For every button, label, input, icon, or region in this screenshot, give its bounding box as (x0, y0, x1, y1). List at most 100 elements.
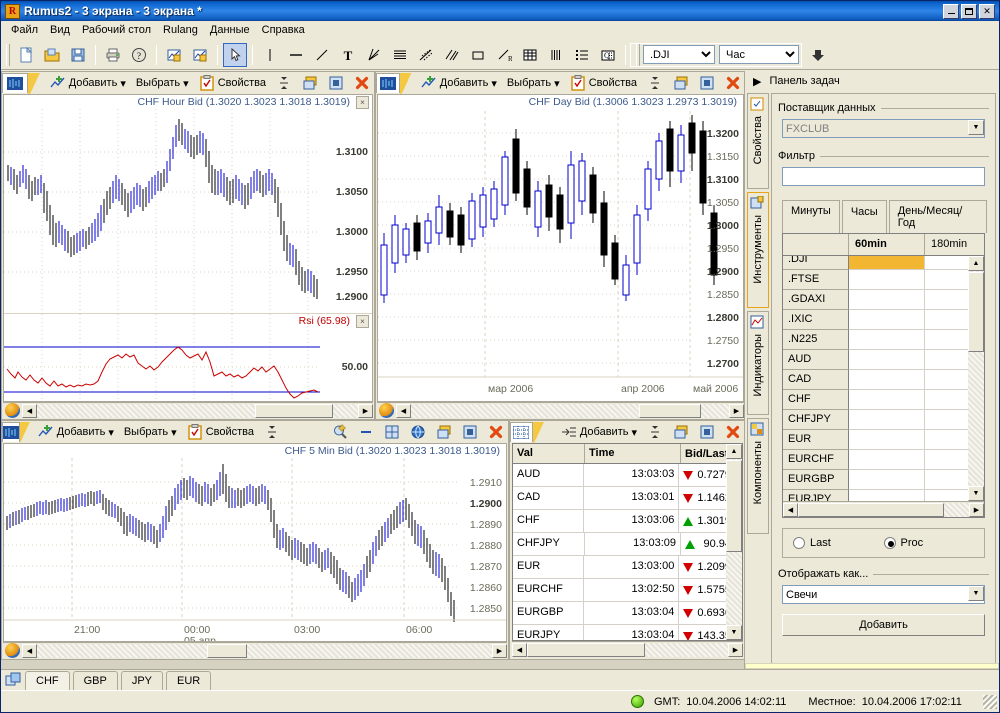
cascade-windows-button[interactable] (298, 73, 322, 93)
combo-grip[interactable] (636, 44, 640, 66)
sidebar-tab-indicators[interactable]: Индикаторы (747, 311, 769, 415)
table-row[interactable]: EURGBP (783, 470, 984, 490)
fit-window-button[interactable] (458, 422, 482, 442)
split-vertical-button[interactable] (643, 422, 667, 442)
symbol-select[interactable]: .DJI.FTSE.GDAXI.IXIC.N225 (643, 45, 715, 64)
chart-5min-hscroll[interactable]: ◀ ▶ (3, 642, 507, 658)
zoom-in-button[interactable] (328, 422, 352, 442)
menu-item-help[interactable]: Справка (256, 22, 311, 38)
table-row[interactable]: EURJPY 13:03:04 143.35 (513, 625, 742, 641)
table-row[interactable]: CHFJPY 13:03:09 90.94 (513, 533, 742, 556)
cascade-windows-button[interactable] (669, 73, 693, 93)
chevron-down-icon[interactable]: ▼ (968, 120, 984, 135)
table-row[interactable]: EUR (783, 430, 984, 450)
scroll-left-icon[interactable]: ◀ (22, 404, 37, 418)
fan-lines-icon[interactable] (362, 43, 386, 67)
chart-tab-icon[interactable] (376, 73, 400, 93)
pointer-icon[interactable] (223, 43, 247, 67)
sidebar-tab-instruments[interactable]: Инструменты (747, 192, 769, 308)
sidebar-tab-properties[interactable]: Свойства (747, 93, 769, 189)
scroll-right-icon[interactable]: ▶ (728, 643, 743, 657)
scroll-left-icon[interactable]: ◀ (22, 644, 37, 658)
add-series-button[interactable]: Добавить ▾ (34, 422, 118, 442)
quotes-tab-icon[interactable] (510, 422, 533, 442)
close-panel-button[interactable] (350, 73, 374, 93)
andrews-pitchfork-icon[interactable] (414, 43, 438, 67)
table-row[interactable]: .N225 (783, 330, 984, 350)
filter-input[interactable] (782, 167, 985, 186)
globe-button[interactable] (406, 422, 430, 442)
cell-60min[interactable] (849, 370, 925, 390)
down-arrow-icon[interactable] (806, 43, 830, 67)
add-series-button[interactable]: Добавить ▾ (417, 73, 501, 93)
period-select[interactable]: МинутаЧасДень (719, 45, 799, 64)
text-tool-icon[interactable]: T (336, 43, 360, 67)
provider-select[interactable] (782, 119, 985, 138)
chart-day-hscroll[interactable]: ◀ ▶ (377, 402, 744, 418)
quotes-table[interactable]: Val Time Bid/Last AUD 13:03:03 0.7279 CA… (512, 443, 743, 641)
fit-window-button[interactable] (695, 422, 719, 442)
cell-60min[interactable] (849, 390, 925, 410)
list-icon[interactable] (570, 43, 594, 67)
fit-window-button[interactable] (695, 73, 719, 93)
print-icon[interactable] (101, 43, 125, 67)
resize-grip-icon[interactable] (983, 695, 997, 709)
table-row[interactable]: AUD (783, 350, 984, 370)
new-desktop-icon[interactable] (5, 672, 21, 688)
import-chart-icon[interactable] (162, 43, 186, 67)
export-chart-icon[interactable] (188, 43, 212, 67)
vertical-bars-icon[interactable] (544, 43, 568, 67)
horizontal-line-icon[interactable] (284, 43, 308, 67)
tab-minutes[interactable]: Минуты (782, 200, 840, 233)
properties-button[interactable]: Свойства (566, 73, 641, 93)
table-row[interactable]: .FTSE (783, 270, 984, 290)
globe-icon[interactable] (5, 643, 20, 658)
scroll-thumb[interactable] (726, 460, 742, 552)
scroll-track[interactable] (798, 503, 969, 517)
horizontal-grid-icon[interactable] (388, 43, 412, 67)
scroll-thumb[interactable] (968, 272, 984, 352)
sidebar-tab-components[interactable]: Компоненты (747, 418, 769, 534)
table-row[interactable]: CAD (783, 370, 984, 390)
split-vertical-button[interactable] (272, 73, 296, 93)
add-instrument-button[interactable]: Добавить (782, 614, 985, 636)
regression-line-icon[interactable]: R (492, 43, 516, 67)
scroll-left-icon[interactable]: ◀ (396, 404, 411, 418)
task-panel-header[interactable]: ▶ Панель задач (745, 71, 999, 91)
cell-60min[interactable] (849, 310, 925, 330)
vertical-line-icon[interactable] (258, 43, 282, 67)
cascade-windows-button[interactable] (669, 422, 693, 442)
cell-60min[interactable] (849, 410, 925, 430)
fit-window-button[interactable] (324, 73, 348, 93)
instrument-table[interactable]: 60min 180min .DJI .FTSE .GDAXI .IXIC .N2… (782, 233, 985, 518)
table-row[interactable]: CHF (783, 390, 984, 410)
scroll-right-icon[interactable]: ▶ (969, 503, 984, 517)
radio-last[interactable]: Last (793, 537, 884, 549)
menu-item-rulang[interactable]: Rulang (157, 22, 204, 38)
quotes-vscroll[interactable]: ▲ ▼ (726, 444, 742, 640)
cell-60min[interactable] (849, 270, 925, 290)
radio-proc[interactable]: Proc (884, 537, 924, 549)
menu-item-data[interactable]: Данные (204, 22, 256, 38)
expand-arrow-icon[interactable]: ▶ (753, 75, 761, 88)
display-select[interactable] (782, 585, 985, 604)
properties-button[interactable]: Свойства (195, 73, 270, 93)
tab-hours[interactable]: Часы (842, 200, 887, 233)
scroll-up-icon[interactable]: ▲ (968, 256, 984, 271)
table-row[interactable]: CHFJPY (783, 410, 984, 430)
select-button[interactable]: Выбрать ▾ (132, 75, 193, 92)
instrument-hscroll[interactable]: ◀ ▶ (783, 501, 984, 517)
trend-line-icon[interactable] (310, 43, 334, 67)
maximize-button[interactable] (961, 4, 977, 19)
chart-day-area[interactable]: CHF Day Bid (1.3006 1.3023 1.2973 1.3019… (377, 94, 744, 402)
menu-item-desktop[interactable]: Рабочий стол (76, 22, 157, 38)
scroll-thumb[interactable] (207, 644, 247, 658)
close-panel-button[interactable] (484, 422, 508, 442)
quote-list-icon[interactable]: Q (596, 43, 620, 67)
minimize-button[interactable] (943, 4, 959, 19)
scroll-thumb[interactable] (527, 643, 645, 657)
chart-hour-close-icon[interactable]: × (356, 96, 369, 109)
scroll-down-icon[interactable]: ▼ (968, 486, 984, 501)
cell-60min[interactable] (849, 470, 925, 490)
desktop-tab-eur[interactable]: EUR (166, 671, 211, 690)
